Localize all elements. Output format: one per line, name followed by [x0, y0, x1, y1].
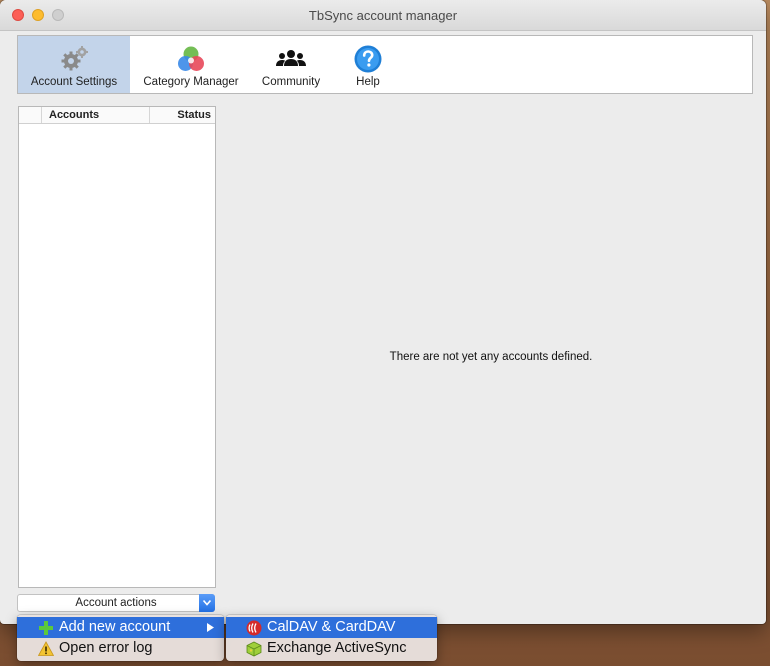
column-divider — [149, 107, 150, 123]
chevron-down-icon[interactable] — [199, 594, 215, 612]
tbsync-window: TbSync account manager Account Settings … — [0, 0, 766, 624]
warning-icon — [38, 641, 54, 656]
accounts-list-header: Accounts Status — [19, 107, 215, 124]
tab-label: Category Manager — [143, 76, 239, 88]
submenu-arrow-icon — [207, 623, 214, 632]
column-header-accounts[interactable]: Accounts — [49, 109, 99, 121]
caldav-icon — [246, 620, 262, 636]
menu-item-caldav-carddav[interactable]: CalDAV & CardDAV — [226, 617, 437, 638]
menu-item-label: Open error log — [59, 640, 153, 656]
window-title: TbSync account manager — [308, 8, 458, 23]
account-actions-button[interactable]: Account actions — [17, 594, 215, 612]
title-bar[interactable]: TbSync account manager — [0, 0, 766, 31]
menu-item-label: Exchange ActiveSync — [267, 640, 407, 656]
menu-item-label: Add new account — [59, 619, 171, 635]
menu-item-add-new-account[interactable]: Add new account — [17, 617, 224, 638]
menu-item-open-error-log[interactable]: Open error log — [17, 638, 224, 659]
tab-label: Account Settings — [30, 76, 118, 88]
tab-label: Help — [356, 76, 380, 88]
empty-accounts-message: There are not yet any accounts defined. — [389, 351, 593, 363]
plus-icon — [39, 621, 53, 635]
gears-icon — [61, 46, 88, 71]
tab-community[interactable]: Community — [254, 36, 328, 93]
menu-item-exchange-activesync[interactable]: Exchange ActiveSync — [226, 638, 437, 659]
accounts-list[interactable]: Accounts Status — [18, 106, 216, 588]
category-circles-icon — [178, 46, 204, 71]
eas-icon — [246, 641, 262, 657]
add-account-submenu: CalDAV & CardDAV Exchange ActiveSync — [226, 615, 437, 661]
account-actions-label: Account actions — [75, 597, 157, 609]
toolbar: Account Settings Category Manager Commun… — [17, 35, 753, 94]
tab-category-manager[interactable]: Category Manager — [136, 36, 246, 93]
account-actions-menu: Add new account Open error log — [17, 615, 224, 661]
column-header-status[interactable]: Status — [177, 109, 211, 121]
tab-label: Community — [261, 76, 321, 88]
menu-item-label: CalDAV & CardDAV — [267, 619, 396, 635]
people-icon — [276, 50, 306, 66]
column-header-checkbox[interactable] — [19, 107, 42, 123]
tab-help[interactable]: Help — [342, 36, 394, 93]
tab-account-settings[interactable]: Account Settings — [18, 36, 130, 93]
help-icon — [354, 45, 382, 73]
